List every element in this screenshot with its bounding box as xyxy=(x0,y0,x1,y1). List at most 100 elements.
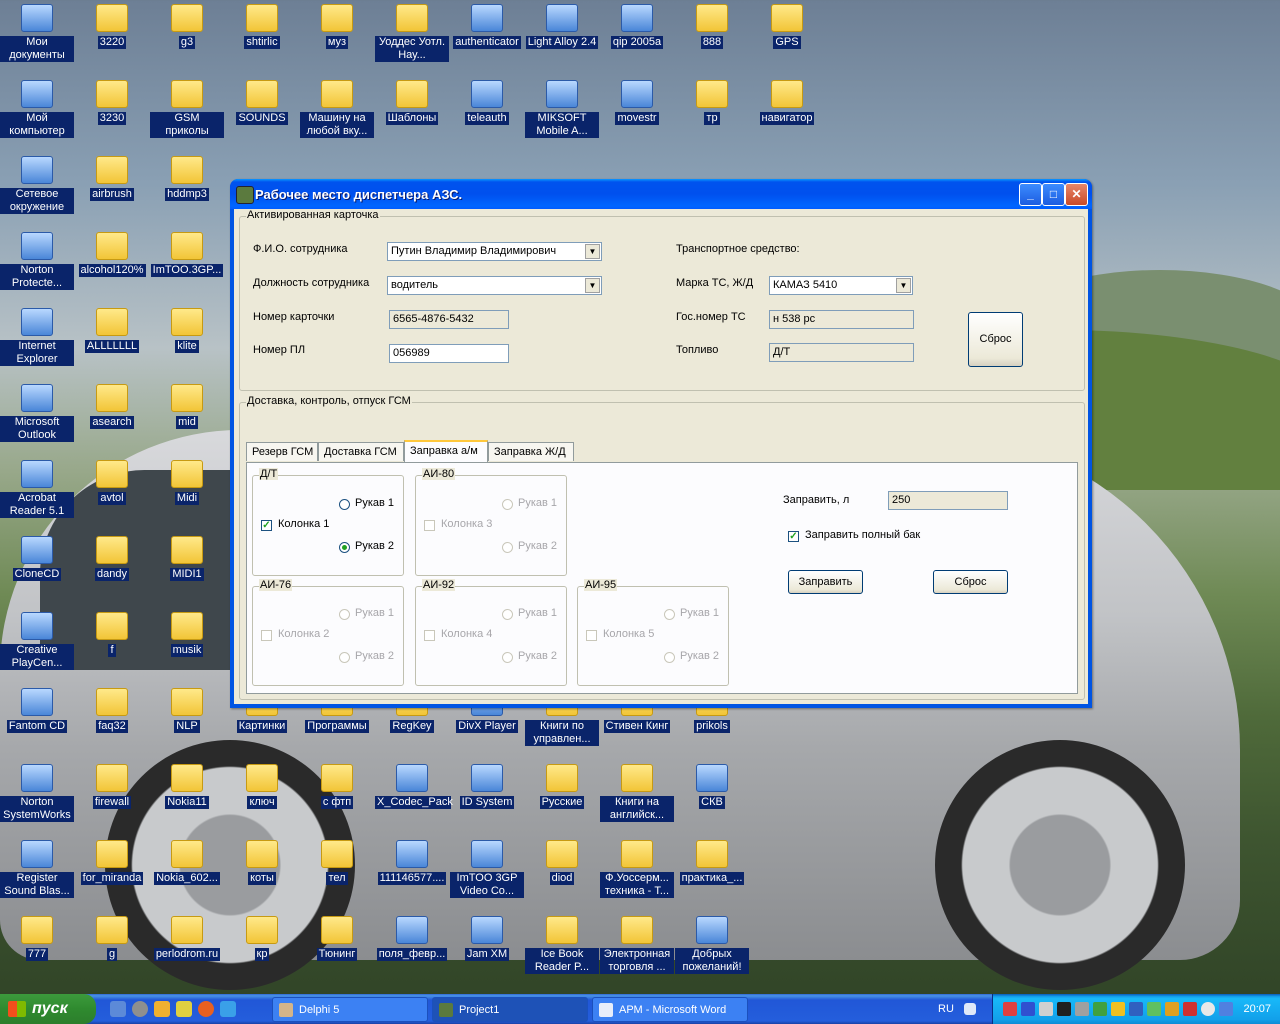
desktop-icon[interactable]: movestr xyxy=(600,76,674,125)
card-reset-button[interactable]: Сброс xyxy=(968,312,1023,367)
hose2-radio[interactable] xyxy=(664,652,675,663)
desktop-icon[interactable]: airbrush xyxy=(75,152,149,201)
desktop-icon[interactable]: тр xyxy=(675,76,749,125)
tab-refuel-car[interactable]: Заправка а/м xyxy=(404,440,488,462)
hose2-radio[interactable] xyxy=(502,652,513,663)
desktop-icon[interactable]: Norton Protecte... xyxy=(0,228,74,290)
desktop-icon[interactable]: Уоддес Уотл. Нау... xyxy=(375,0,449,62)
desktop-icon[interactable]: asearch xyxy=(75,380,149,429)
hose2-radio[interactable] xyxy=(339,542,350,553)
minimize-button[interactable]: _ xyxy=(1019,183,1042,206)
chevron-down-icon[interactable]: ▼ xyxy=(585,244,600,259)
quicklaunch-icon[interactable] xyxy=(154,1001,170,1017)
desktop-icon[interactable]: Мой компьютер xyxy=(0,76,74,138)
desktop-icon[interactable]: 888 xyxy=(675,0,749,49)
desktop-icon[interactable]: ImTOO.3GP... xyxy=(150,228,224,277)
column1-checkbox[interactable]: ✓ xyxy=(261,520,272,531)
desktop-icon[interactable]: с фтп xyxy=(300,760,374,809)
task-delphi[interactable]: Delphi 5 xyxy=(272,997,428,1022)
desktop-icon[interactable]: 111146577.... xyxy=(375,836,449,885)
desktop-icon[interactable]: Книги на английск... xyxy=(600,760,674,822)
desktop-icon[interactable]: g3 xyxy=(150,0,224,49)
column5-checkbox[interactable] xyxy=(586,630,597,641)
fuel-field[interactable]: Д/Т xyxy=(769,343,914,362)
desktop-icon[interactable]: musik xyxy=(150,608,224,657)
desktop-icon[interactable]: Light Alloy 2.4 xyxy=(525,0,599,49)
full-tank-checkbox[interactable]: ✓ xyxy=(788,531,799,542)
desktop-icon[interactable]: Norton SystemWorks xyxy=(0,760,74,822)
desktop-icon[interactable]: authenticator xyxy=(450,0,524,49)
desktop-icon[interactable]: GPS xyxy=(750,0,824,49)
hose1-radio[interactable] xyxy=(502,499,513,510)
tray-icon[interactable] xyxy=(1021,1002,1035,1016)
desktop-icon[interactable]: CloneCD xyxy=(0,532,74,581)
desktop-icon[interactable]: ALLLLLLL xyxy=(75,304,149,353)
desktop-icon[interactable]: f xyxy=(75,608,149,657)
desktop-icon[interactable]: ImTOO 3GP Video Co... xyxy=(450,836,524,898)
clock[interactable]: 20:07 xyxy=(1243,994,1271,1024)
desktop-icon[interactable]: NLP xyxy=(150,684,224,733)
desktop-icon[interactable]: Register Sound Blas... xyxy=(0,836,74,898)
column2-checkbox[interactable] xyxy=(261,630,272,641)
desktop-icon[interactable]: Microsoft Outlook xyxy=(0,380,74,442)
desktop-icon[interactable]: СКВ xyxy=(675,760,749,809)
fio-combo[interactable]: Путин Владимир Владимирович ▼ xyxy=(387,242,602,261)
tray-icon[interactable] xyxy=(1093,1002,1107,1016)
desktop-icon[interactable]: alcohol120% xyxy=(75,228,149,277)
desktop-icon[interactable]: 3220 xyxy=(75,0,149,49)
desktop-icon[interactable]: faq32 xyxy=(75,684,149,733)
desktop-icon[interactable]: diod xyxy=(525,836,599,885)
language-bar-icon[interactable] xyxy=(964,1003,976,1015)
maximize-button[interactable]: □ xyxy=(1042,183,1065,206)
column4-checkbox[interactable] xyxy=(424,630,435,641)
desktop-icon[interactable]: Тюнинг xyxy=(300,912,374,961)
chevron-down-icon[interactable]: ▼ xyxy=(896,278,911,293)
desktop-icon[interactable]: Internet Explorer xyxy=(0,304,74,366)
desktop-icon[interactable]: кр xyxy=(225,912,299,961)
close-button[interactable]: ✕ xyxy=(1065,183,1088,206)
desktop-icon[interactable]: Шаблоны xyxy=(375,76,449,125)
desktop-icon[interactable]: Русские xyxy=(525,760,599,809)
desktop-icon[interactable]: avtol xyxy=(75,456,149,505)
refuel-liters-field[interactable]: 250 xyxy=(888,491,1008,510)
desktop-icon[interactable]: ID System xyxy=(450,760,524,809)
desktop-icon[interactable]: shtirlic xyxy=(225,0,299,49)
desktop-icon[interactable]: Добрых пожеланий! xyxy=(675,912,749,974)
volume-icon[interactable] xyxy=(1201,1002,1215,1016)
desktop-icon[interactable]: MIKSOFT Mobile A... xyxy=(525,76,599,138)
desktop-icon[interactable]: SOUNDS xyxy=(225,76,299,125)
hose1-radio[interactable] xyxy=(664,609,675,620)
hose1-radio[interactable] xyxy=(502,609,513,620)
tray-icon[interactable] xyxy=(1183,1002,1197,1016)
tray-icon[interactable] xyxy=(1147,1002,1161,1016)
start-button[interactable]: пуск xyxy=(0,994,96,1024)
desktop-icon[interactable]: GSM приколы xyxy=(150,76,224,138)
desktop-icon[interactable]: MIDI1 xyxy=(150,532,224,581)
desktop-icon[interactable]: 777 xyxy=(0,912,74,961)
desktop-icon[interactable]: teleauth xyxy=(450,76,524,125)
desktop-icon[interactable]: муз xyxy=(300,0,374,49)
desktop-icon[interactable]: коты xyxy=(225,836,299,885)
desktop-icon[interactable]: hddmp3 xyxy=(150,152,224,201)
desktop-icon[interactable]: Creative PlayCen... xyxy=(0,608,74,670)
language-indicator[interactable]: RU xyxy=(938,994,954,1024)
tray-icon[interactable] xyxy=(1057,1002,1071,1016)
tray-icon[interactable] xyxy=(1111,1002,1125,1016)
desktop-icon[interactable]: Ф.Уоссерм... техника - Т... xyxy=(600,836,674,898)
tray-icon[interactable] xyxy=(1165,1002,1179,1016)
desktop-icon[interactable]: Acrobat Reader 5.1 xyxy=(0,456,74,518)
hose2-radio[interactable] xyxy=(339,652,350,663)
tab-refuel-rail[interactable]: Заправка Ж/Д xyxy=(488,442,574,461)
desktop-icon[interactable]: perlodrom.ru xyxy=(150,912,224,961)
desktop-icon[interactable]: тел xyxy=(300,836,374,885)
desktop-icon[interactable]: firewall xyxy=(75,760,149,809)
refuel-button[interactable]: Заправить xyxy=(788,570,863,594)
desktop-icon[interactable]: поля_февр... xyxy=(375,912,449,961)
tab-delivery[interactable]: Доставка ГСМ xyxy=(318,442,404,461)
tray-icon[interactable] xyxy=(1129,1002,1143,1016)
brand-combo[interactable]: КАМАЗ 5410 ▼ xyxy=(769,276,913,295)
tab-reserve[interactable]: Резерв ГСМ xyxy=(246,442,318,461)
position-combo[interactable]: водитель ▼ xyxy=(387,276,602,295)
desktop-icon[interactable]: Машину на любой вку... xyxy=(300,76,374,138)
refuel-reset-button[interactable]: Сброс xyxy=(933,570,1008,594)
